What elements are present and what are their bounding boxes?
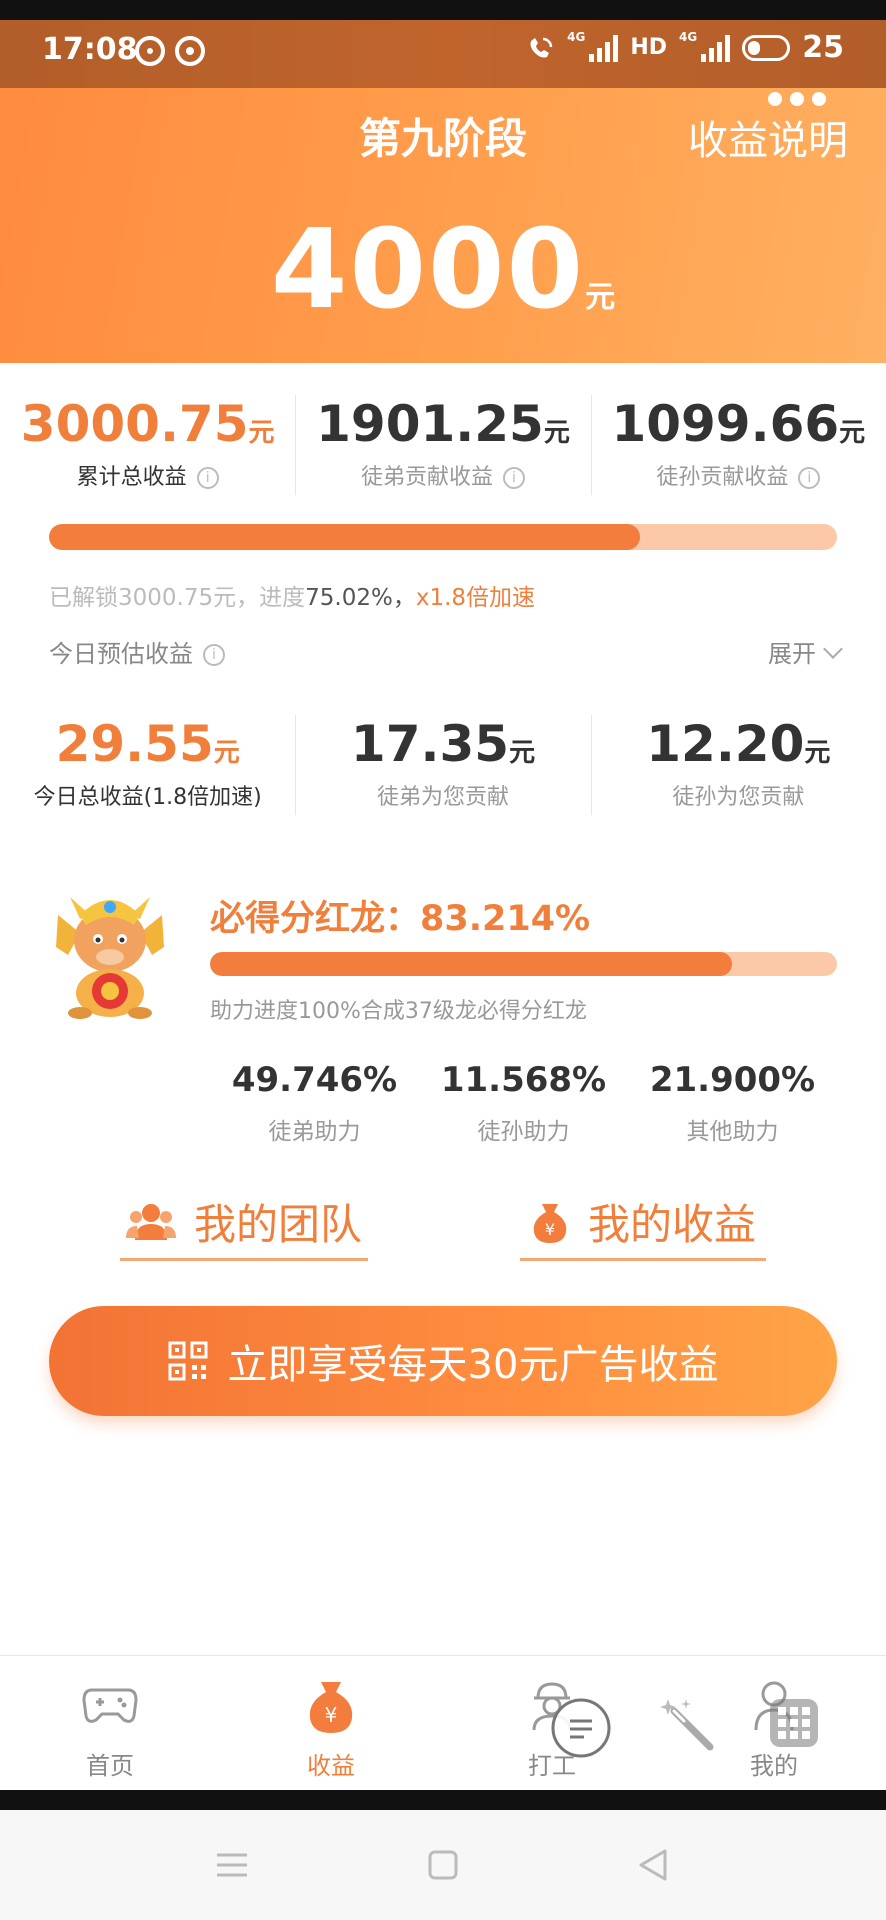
network-type-2: 4G: [679, 30, 698, 44]
square-icon: [428, 1850, 458, 1880]
grand-apprentice-earnings-stat: 1099.66元 徒孙贡献收益 i: [590, 395, 886, 495]
wifi-call-icon: [530, 37, 553, 57]
bottom-tab-bar: 首页 ¥ 收益 打工 我的: [0, 1655, 886, 1790]
dragon-description: 助力进度100%合成37级龙必得分红龙: [210, 999, 587, 1024]
hd-badge: HD: [630, 35, 668, 60]
menu-lines-icon: [217, 1853, 247, 1877]
my-earnings-button[interactable]: ¥ 我的收益: [520, 1185, 766, 1261]
dragon-progress-fill: [210, 952, 732, 976]
today-total-label: 今日总收益(1.8倍加速): [33, 785, 262, 810]
grand-apprentice-earnings-value: 1099.66: [611, 395, 840, 453]
unlock-progress-bar: [49, 524, 837, 550]
total-earnings-stat: 3000.75元 累计总收益 i: [20, 395, 275, 490]
gamepad-icon: [82, 1688, 138, 1723]
stage-amount-value: 4000: [270, 205, 586, 333]
info-icon[interactable]: i: [196, 467, 219, 489]
svg-text:¥: ¥: [325, 1703, 338, 1727]
today-apprentice-stat: 17.35元 徒弟为您贡献: [295, 715, 590, 815]
today-grand-apprentice-stat: 12.20元 徒孙为您贡献: [590, 715, 886, 815]
info-icon[interactable]: i: [203, 644, 225, 666]
more-menu-icon[interactable]: [768, 92, 826, 106]
network-type-1: 4G: [567, 30, 586, 44]
status-right-group: 4G HD 4G 25: [525, 30, 844, 65]
status-time: 17:08: [42, 32, 138, 67]
stage-amount-unit: 元: [585, 280, 616, 315]
back-button[interactable]: [613, 1810, 693, 1920]
other-help-stat: 21.900% 其他助力: [649, 1060, 816, 1145]
apprentice-earnings-label: 徒弟贡献收益: [360, 465, 493, 490]
today-grand-apprentice-value: 12.20: [646, 715, 805, 773]
recent-apps-button[interactable]: [192, 1810, 272, 1920]
apprentice-earnings-stat: 1901.25元 徒弟贡献收益 i: [295, 395, 590, 495]
total-earnings-label: 累计总收益: [76, 465, 187, 490]
qr-code-icon: [168, 1341, 208, 1381]
earnings-explanation-link[interactable]: 收益说明: [688, 108, 848, 166]
nav-divider-bar: [0, 1790, 886, 1810]
magic-wand-icon[interactable]: [660, 1697, 720, 1757]
team-icon: [125, 1203, 176, 1240]
my-team-button[interactable]: 我的团队: [120, 1185, 368, 1261]
signal-strength-icon-2: [701, 34, 731, 62]
info-icon[interactable]: i: [798, 467, 821, 489]
total-earnings-value: 3000.75: [20, 395, 249, 453]
battery-icon: [742, 34, 791, 61]
today-grand-apprentice-label: 徒孙为您贡献: [672, 785, 805, 810]
status-bar: 17:08 4G HD 4G 25: [0, 20, 886, 88]
totals-row: 3000.75元 累计总收益 i 1901.25元 徒弟贡献收益 i 1099.66…: [0, 395, 886, 495]
apprentice-earnings-value: 1901.25: [316, 395, 544, 453]
grand-apprentice-help-stat: 11.568% 徒孙助力: [440, 1060, 607, 1145]
system-navigation-bar: [0, 1810, 886, 1920]
unlock-progress-text: 已解锁3000.75元，进度75.02%，x1.8倍加速: [49, 585, 536, 611]
money-bag-icon: ¥: [309, 1682, 353, 1733]
floating-chat-bubble-icon[interactable]: [550, 1697, 612, 1759]
speedup-label: x1.8倍加速: [415, 585, 536, 611]
tab-home[interactable]: 首页: [50, 1656, 170, 1791]
dividend-dragon-title: 必得分红龙：83.214%: [210, 899, 591, 939]
today-total-stat: 29.55元 今日总收益(1.8倍加速): [0, 715, 295, 811]
notification-app-icon: [175, 36, 205, 66]
home-button[interactable]: [403, 1810, 483, 1920]
battery-level: 25: [802, 30, 844, 65]
stage-amount: 4000元: [0, 205, 886, 333]
today-apprentice-label: 徒弟为您贡献: [376, 785, 509, 810]
grand-apprentice-earnings-label: 徒孙贡献收益: [656, 465, 789, 490]
svg-text:¥: ¥: [545, 1220, 555, 1239]
back-triangle-icon: [639, 1849, 667, 1881]
today-stats-row: 29.55元 今日总收益(1.8倍加速) 17.35元 徒弟为您贡献 12.20…: [0, 715, 886, 815]
today-estimate-header: 今日预估收益 i: [49, 634, 225, 669]
unlock-progress-fill: [49, 524, 641, 550]
help-stats-row: 49.746% 徒弟助力 11.568% 徒孙助力 21.900% 其他助力: [210, 1060, 837, 1146]
camera-cutout-bar: [0, 0, 886, 20]
dividend-dragon-icon: [56, 897, 164, 1019]
apprentice-help-stat: 49.746% 徒弟助力: [231, 1060, 398, 1145]
grid-menu-icon[interactable]: [768, 1697, 820, 1749]
today-apprentice-value: 17.35: [350, 715, 510, 773]
info-icon[interactable]: i: [503, 467, 525, 489]
money-bag-icon: ¥: [533, 1203, 567, 1243]
signal-strength-icon: [589, 34, 619, 62]
netease-icon: [135, 36, 165, 66]
expand-toggle[interactable]: 展开: [768, 634, 843, 669]
tab-earnings[interactable]: ¥ 收益: [271, 1656, 391, 1791]
dragon-progress-bar: [210, 952, 837, 976]
ad-earnings-cta-button[interactable]: 立即享受每天30元广告收益: [49, 1306, 837, 1416]
chevron-down-icon: [823, 638, 843, 659]
today-total-value: 29.55: [55, 715, 214, 773]
